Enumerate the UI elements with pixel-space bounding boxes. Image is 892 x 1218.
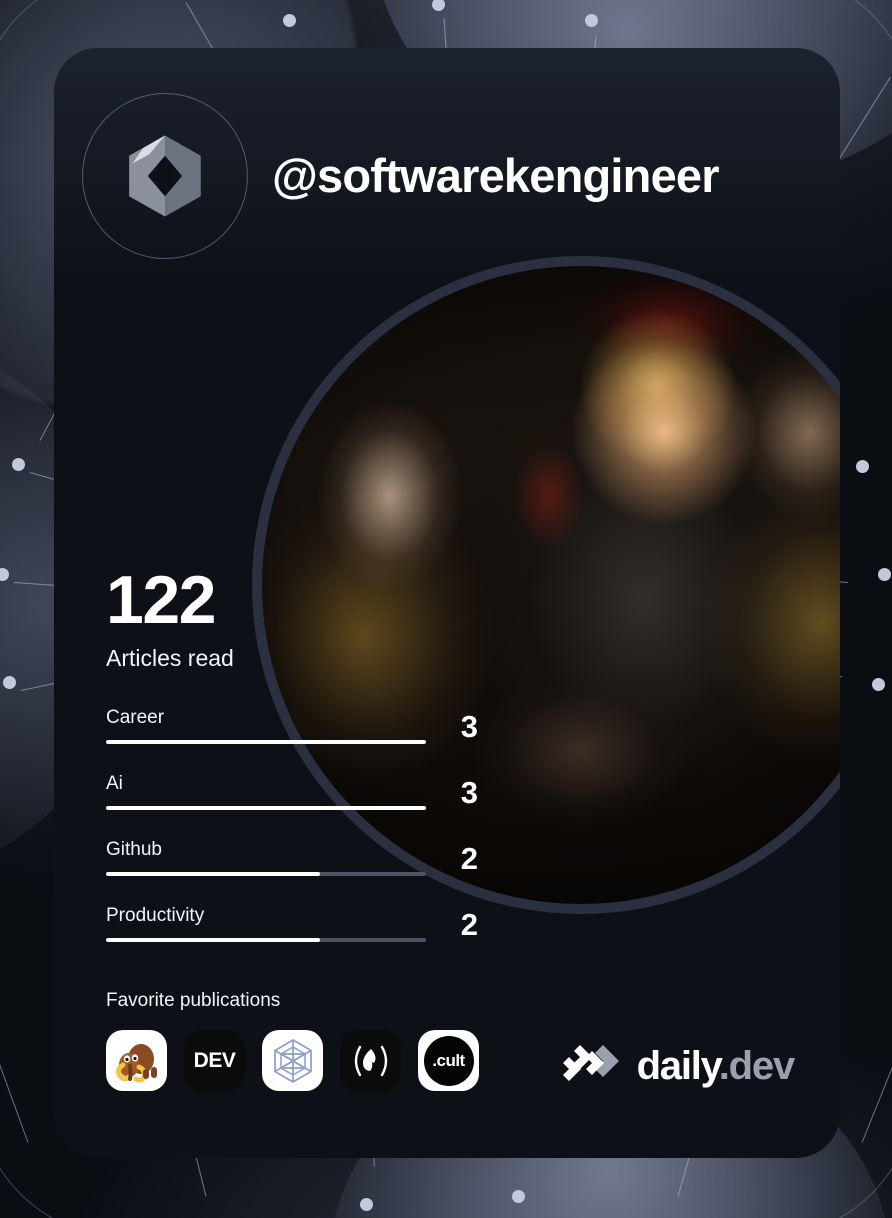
publication-icon-dev-to[interactable]: DEV: [184, 1030, 245, 1091]
tag-value: 2: [460, 906, 478, 942]
constellation-node: [12, 458, 25, 471]
stats-section: 122 Articles read Career 3 Ai 3 Github 2 Produ…: [106, 562, 478, 960]
tag-progress-track: [106, 937, 426, 942]
tag-progress-track: [106, 805, 426, 810]
tag-name: Github: [106, 838, 162, 860]
tag-value: 3: [460, 774, 478, 810]
constellation-node: [856, 460, 869, 473]
tag-name: Career: [106, 706, 165, 728]
daily-dev-brand: daily.dev: [561, 1043, 796, 1090]
publication-icon-flame-parens[interactable]: [340, 1030, 401, 1091]
constellation-line: [0, 1055, 29, 1143]
tag-value: 2: [460, 840, 478, 876]
tag-name: Productivity: [106, 904, 205, 926]
tag-row: Github 2: [106, 828, 478, 876]
tag-row: Productivity 2: [106, 894, 478, 942]
tag-row: Ai 3: [106, 762, 478, 810]
dev-to-label: DEV: [193, 1048, 236, 1072]
avatar[interactable]: [82, 93, 248, 259]
daily-dev-chevron-logo-icon: [561, 1043, 623, 1090]
tag-progress-track: [106, 871, 426, 876]
favorite-publications-section: Favorite publications DEV .cult: [106, 990, 479, 1091]
top-tags-list: Career 3 Ai 3 Github 2 Productivity 2: [106, 696, 478, 942]
profile-card-stage: @softwarekengineer 122 Articles read Car…: [0, 0, 892, 1218]
constellation-node: [585, 14, 598, 27]
publication-icon-cult[interactable]: .cult: [418, 1030, 479, 1091]
tag-column: Productivity: [106, 906, 447, 942]
brand-name: daily.dev: [636, 1044, 796, 1088]
constellation-node: [872, 678, 885, 691]
tag-progress-fill: [106, 871, 321, 876]
constellation-line: [861, 1057, 892, 1143]
tag-name: Ai: [106, 772, 123, 794]
tag-progress-track: [106, 739, 426, 744]
tag-progress-fill: [106, 937, 321, 942]
tag-column: Career: [106, 708, 447, 744]
favorite-publications-row: DEV .cult: [106, 1030, 479, 1091]
constellation-node: [360, 1198, 373, 1211]
favorite-publications-title: Favorite publications: [106, 990, 281, 1011]
tag-value: 3: [460, 708, 478, 744]
publication-icon-hashnode-mammoth[interactable]: [106, 1030, 167, 1091]
cult-label: .cult: [423, 1035, 474, 1086]
constellation-node: [283, 14, 296, 27]
articles-read-count: 122: [106, 562, 216, 638]
constellation-node: [3, 676, 16, 689]
constellation-node: [512, 1190, 525, 1203]
constellation-node: [878, 568, 891, 581]
tag-progress-fill: [106, 805, 426, 810]
tag-row: Career 3: [106, 696, 478, 744]
articles-read-label: Articles read: [106, 644, 234, 671]
publication-icon-hexagon-mesh[interactable]: [262, 1030, 323, 1091]
daily-dev-hexagon-logo-icon: [126, 134, 204, 218]
username: @softwarekengineer: [272, 149, 720, 202]
tag-column: Github: [106, 840, 447, 876]
tag-column: Ai: [106, 774, 447, 810]
tag-progress-fill: [106, 739, 426, 744]
profile-card: @softwarekengineer 122 Articles read Car…: [54, 48, 840, 1158]
